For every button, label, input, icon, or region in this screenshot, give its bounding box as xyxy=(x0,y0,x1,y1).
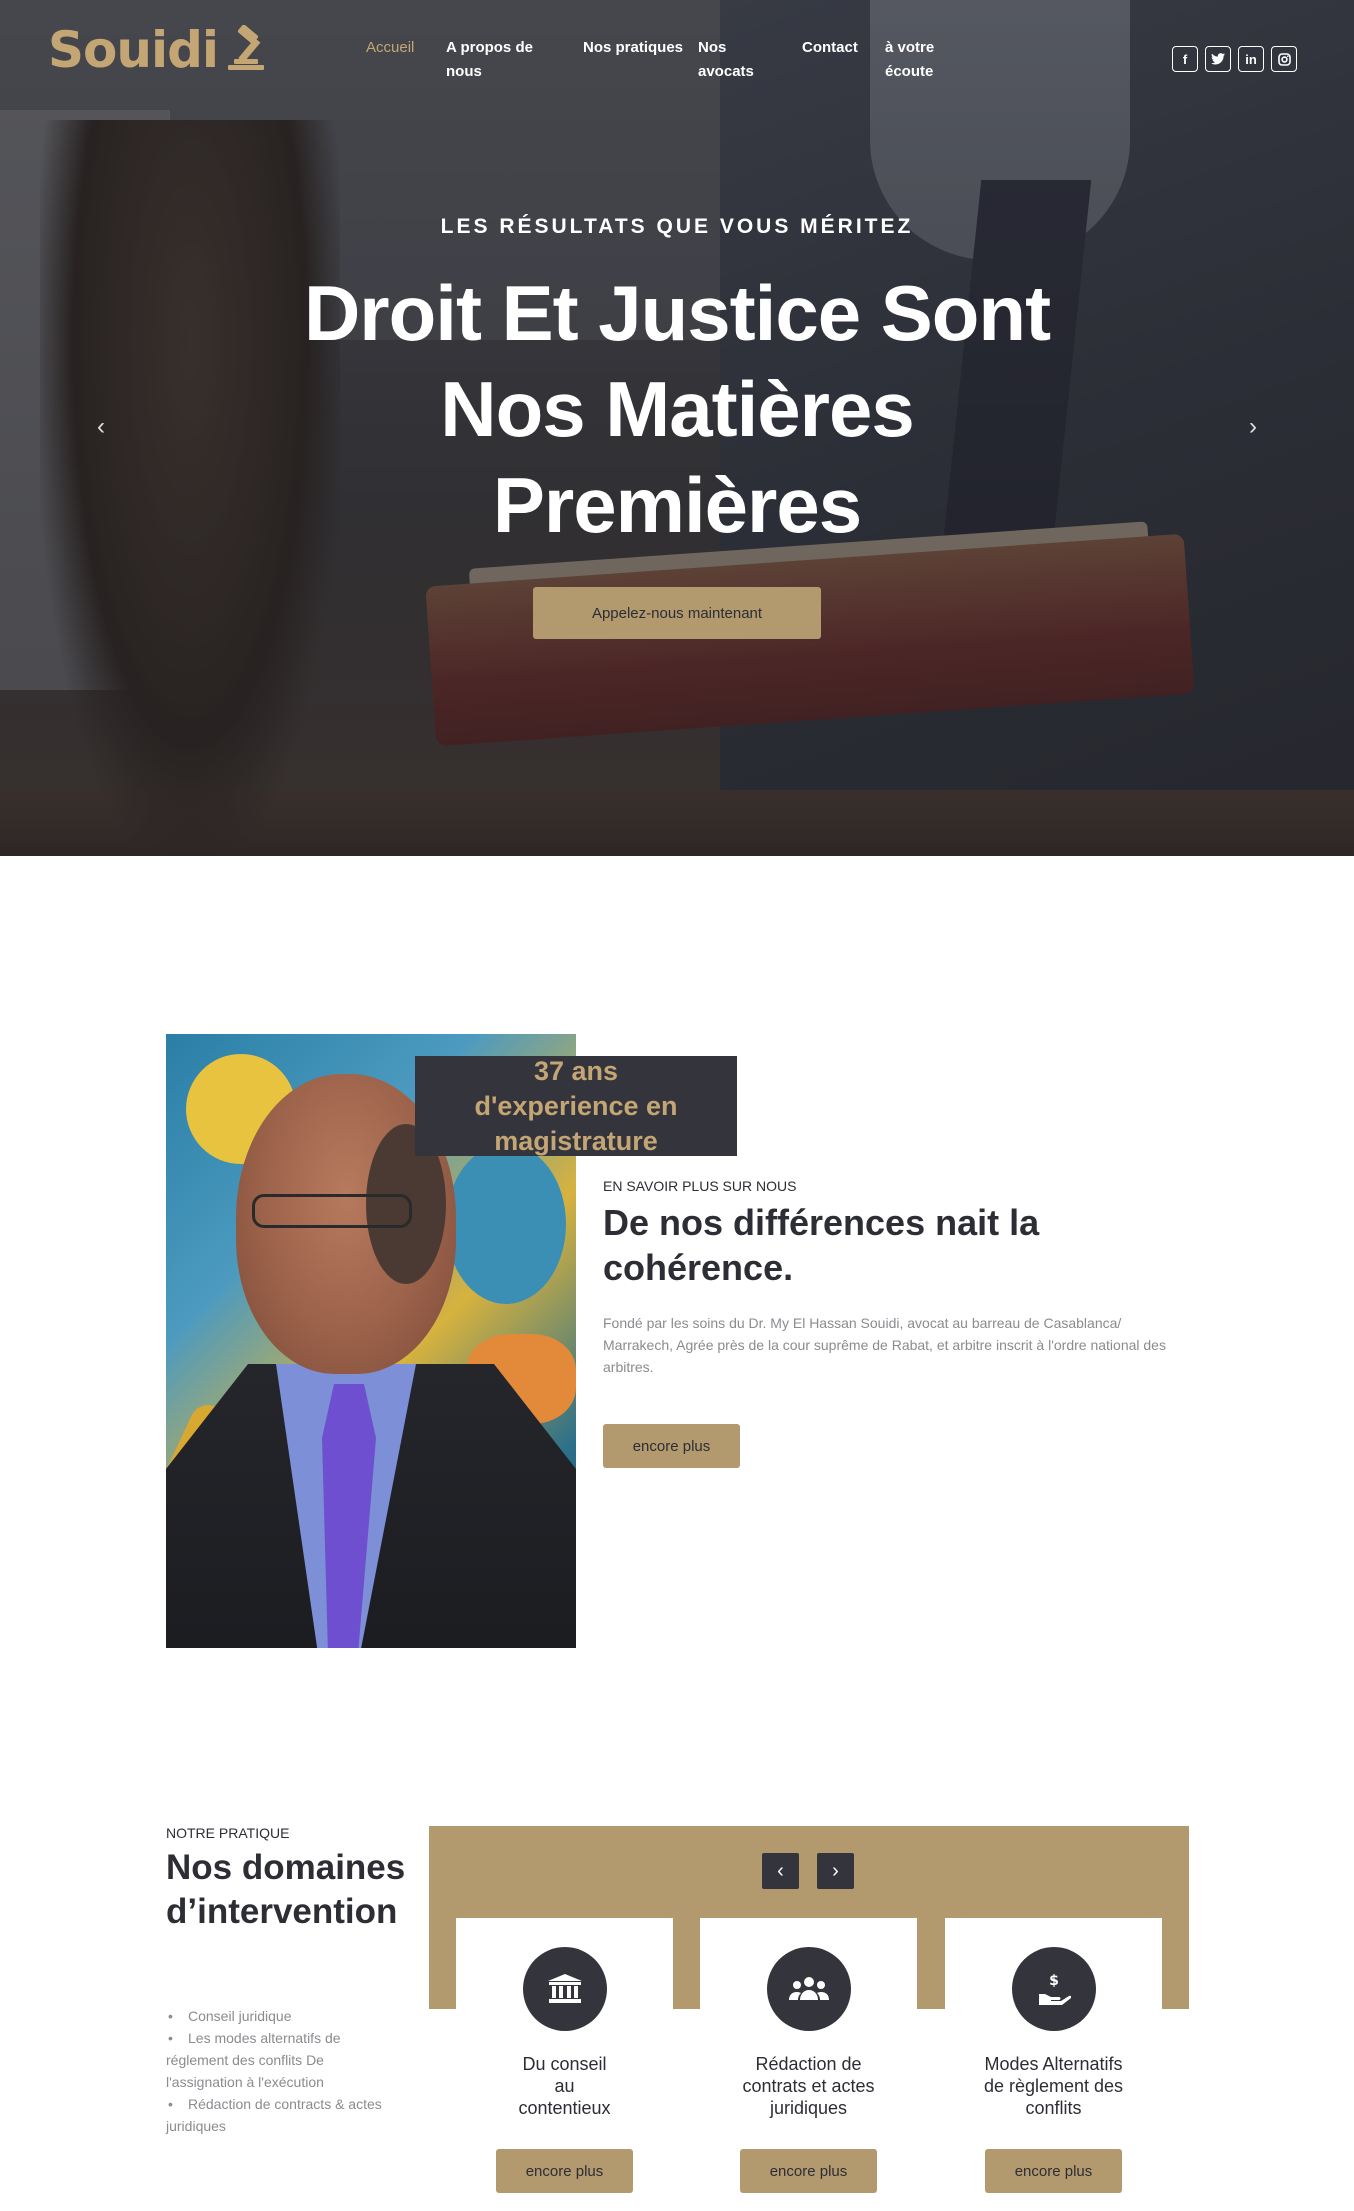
card-title-text: Modes Alternatifs de règlement des confl… xyxy=(983,2054,1124,2118)
practice-card: Rédaction de contrats et actes juridique… xyxy=(700,1918,917,2211)
chevron-right-icon: › xyxy=(1249,413,1257,440)
people-group-icon xyxy=(767,1947,851,2031)
experience-text: 37 ans d'experience en magistrature xyxy=(474,1055,678,1156)
card-title-text: Rédaction de contrats et actes juridique… xyxy=(742,2054,875,2118)
about-kicker: EN SAVOIR PLUS SUR NOUS xyxy=(603,1178,797,1194)
photo-glasses xyxy=(252,1194,412,1228)
hero-section: Souidi Accueil A propos de nous Nos prat… xyxy=(0,0,1354,856)
about-more-button[interactable]: encore plus xyxy=(603,1424,740,1468)
chevron-left-icon: ‹ xyxy=(97,413,105,440)
nav-item-accueil[interactable]: Accueil xyxy=(366,36,446,60)
card-title: Modes Alternatifs de règlement des confl… xyxy=(945,2053,1162,2119)
list-item: Rédaction de contracts & actes juridique… xyxy=(166,2093,396,2137)
photo-bg-shape xyxy=(446,1144,566,1304)
slider-prev-button[interactable]: ‹ xyxy=(86,412,116,442)
card-more-button[interactable]: encore plus xyxy=(496,2149,633,2193)
card-title: Du conseil au contentieux xyxy=(456,2053,673,2119)
hero-kicker: LES RÉSULTATS QUE VOUS MÉRITEZ xyxy=(440,215,914,238)
practice-card: Du conseil au contentieux encore plus xyxy=(456,1918,673,2211)
nav-item-a-propos[interactable]: A propos de nous xyxy=(446,36,566,84)
svg-text:$: $ xyxy=(1049,1973,1059,1989)
card-title-text: Du conseil au contentieux xyxy=(518,2054,611,2118)
practice-title: Nos domaines d’intervention xyxy=(166,1848,406,1931)
gavel-icon xyxy=(228,25,265,70)
linkedin-icon[interactable]: in xyxy=(1238,46,1264,72)
instagram-icon[interactable] xyxy=(1271,46,1297,72)
list-item: Conseil juridique xyxy=(166,2005,396,2027)
slider-next-button[interactable]: › xyxy=(1238,412,1268,442)
hero-title: Droit Et Justice Sont Nos Matières Premi… xyxy=(303,269,1051,549)
practice-card: $ Modes Alternatifs de règlement des con… xyxy=(945,1918,1162,2211)
chevron-right-icon: › xyxy=(832,1859,839,1882)
social-links: f in xyxy=(1172,46,1297,72)
nav-item-a-votre-ecoute[interactable]: à votre écoute xyxy=(885,36,965,84)
card-more-button[interactable]: encore plus xyxy=(985,2149,1122,2193)
card-title: Rédaction de contrats et actes juridique… xyxy=(700,2053,917,2119)
nav-item-nos-avocats[interactable]: Nos avocats xyxy=(698,36,778,84)
chevron-left-icon: ‹ xyxy=(777,1859,784,1882)
site-logo[interactable]: Souidi xyxy=(48,21,270,79)
about-text: Fondé par les soins du Dr. My El Hassan … xyxy=(603,1315,1166,1375)
list-item: Les modes alternatifs de réglement des c… xyxy=(166,2027,396,2093)
card-more-button[interactable]: encore plus xyxy=(740,2149,877,2193)
courthouse-icon xyxy=(523,1947,607,2031)
carousel-next-button[interactable]: › xyxy=(817,1853,854,1889)
hand-dollar-icon: $ xyxy=(1012,1947,1096,2031)
practice-kicker: NOTRE PRATIQUE xyxy=(166,1825,290,1841)
carousel-prev-button[interactable]: ‹ xyxy=(762,1853,799,1889)
nav-item-nos-pratiques[interactable]: Nos pratiques xyxy=(583,36,693,60)
twitter-icon[interactable] xyxy=(1205,46,1231,72)
about-title: De nos différences nait la cohérence. xyxy=(603,1202,1040,1288)
logo-text: Souidi xyxy=(48,21,219,79)
nav-item-contact[interactable]: Contact xyxy=(802,36,882,60)
call-now-button[interactable]: Appelez-nous maintenant xyxy=(533,587,821,639)
practice-list: Conseil juridique Les modes alternatifs … xyxy=(166,2005,396,2137)
facebook-icon[interactable]: f xyxy=(1172,46,1198,72)
experience-badge: 37 ans d'experience en magistrature xyxy=(415,1056,737,1156)
